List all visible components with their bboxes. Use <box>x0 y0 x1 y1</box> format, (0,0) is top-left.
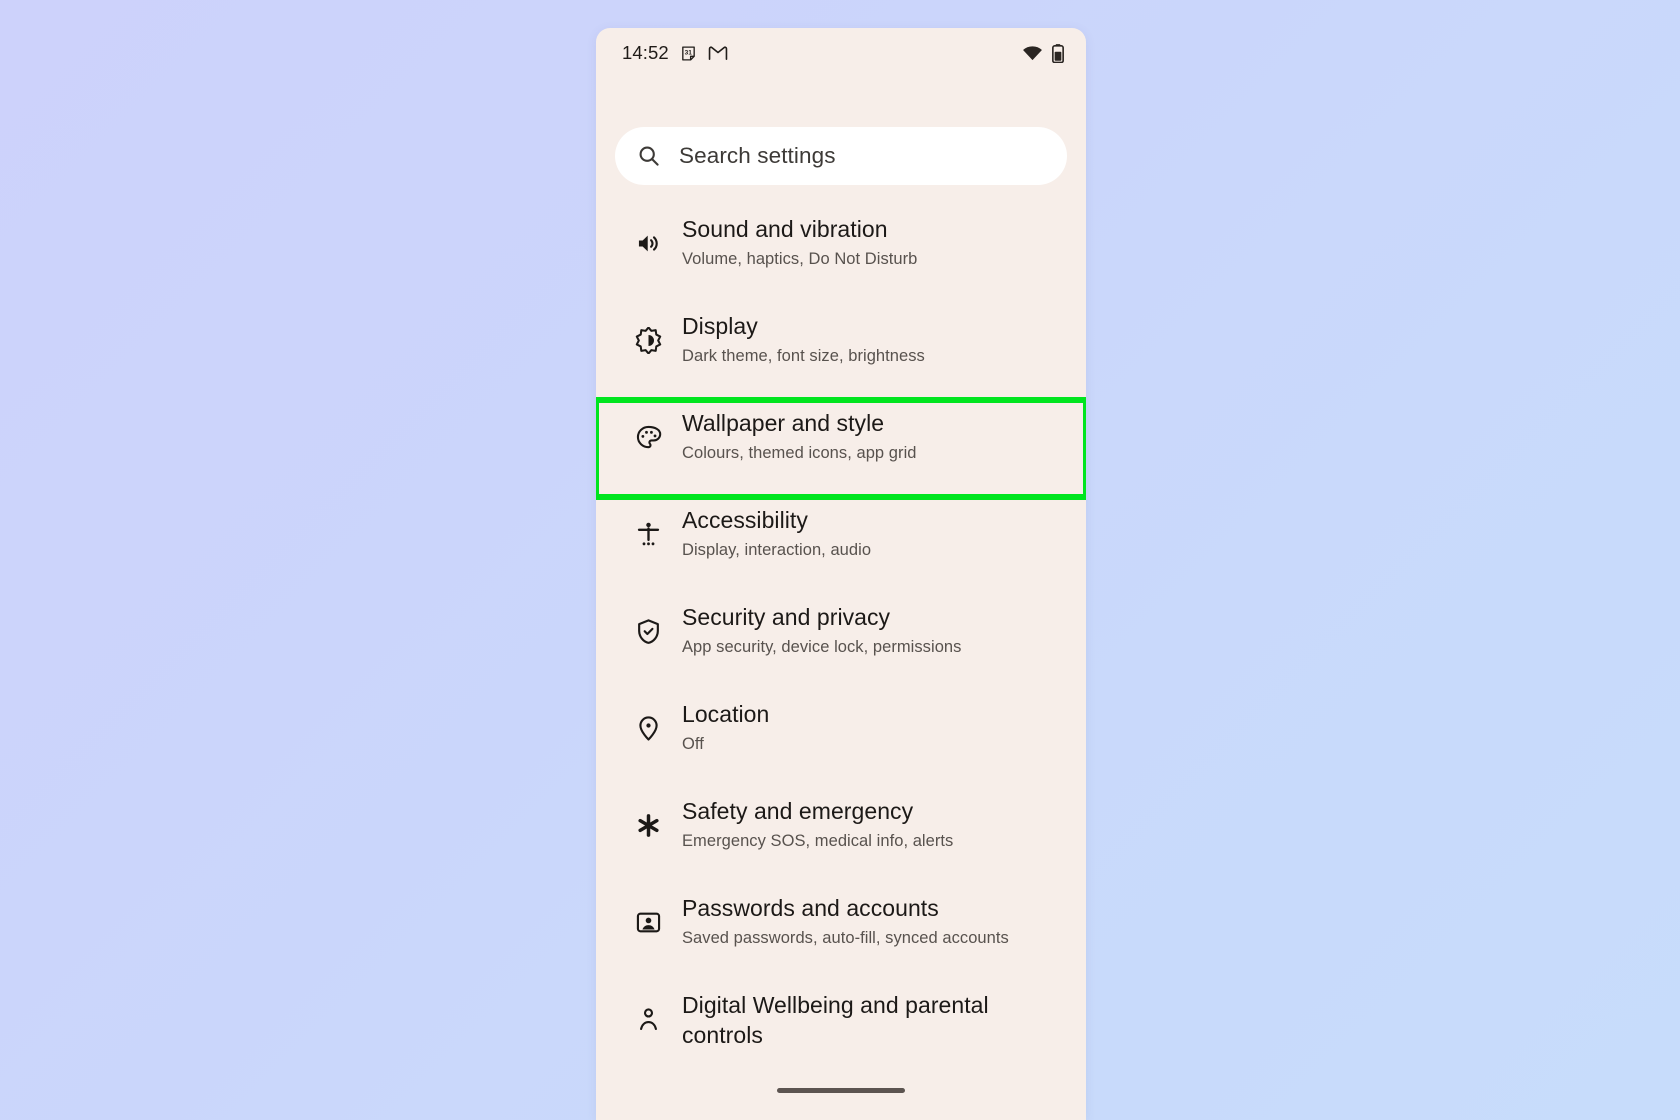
search-placeholder-text: Search settings <box>679 143 836 168</box>
status-bar-left: 14:52 31 <box>622 42 728 64</box>
settings-row-subtitle: Saved passwords, auto-fill, synced accou… <box>682 928 1009 947</box>
status-bar: 14:52 31 <box>596 28 1086 78</box>
settings-row-subtitle: Colours, themed icons, app grid <box>682 443 917 462</box>
settings-row-title: Wallpaper and style <box>682 410 885 436</box>
volume-up-icon <box>622 230 674 257</box>
search-icon <box>639 146 659 166</box>
settings-row-subtitle: Display, interaction, audio <box>682 540 872 559</box>
settings-row-title: Sound and vibration <box>682 216 888 242</box>
home-gesture-pill[interactable] <box>777 1088 905 1093</box>
settings-row-subtitle: Emergency SOS, medical info, alerts <box>682 831 954 850</box>
location-pin-icon <box>622 715 674 742</box>
settings-row-text: Location Off <box>674 691 769 755</box>
phone-screen: 14:52 31 Search settings Sound and vibra… <box>596 28 1086 1120</box>
status-bar-right <box>1022 43 1064 63</box>
settings-row-display[interactable]: Display Dark theme, font size, brightnes… <box>596 303 1086 400</box>
svg-text:31: 31 <box>684 49 692 56</box>
brightness-icon <box>622 327 674 354</box>
settings-row-digital-wellbeing[interactable]: Digital Wellbeing and parental controls <box>596 982 1086 1079</box>
settings-row-text: Digital Wellbeing and parental controls <box>674 982 1012 1051</box>
shield-check-icon <box>622 618 674 645</box>
settings-row-subtitle: Volume, haptics, Do Not Disturb <box>682 249 918 268</box>
settings-row-security-and-privacy[interactable]: Security and privacy App security, devic… <box>596 594 1086 691</box>
settings-list: Sound and vibration Volume, haptics, Do … <box>596 206 1086 1079</box>
settings-row-subtitle: App security, device lock, permissions <box>682 637 962 656</box>
wifi-icon <box>1023 46 1042 61</box>
settings-row-sound-and-vibration[interactable]: Sound and vibration Volume, haptics, Do … <box>596 206 1086 303</box>
settings-row-text: Display Dark theme, font size, brightnes… <box>674 303 925 367</box>
settings-row-text: Accessibility Display, interaction, audi… <box>674 497 871 561</box>
battery-icon <box>1052 43 1064 63</box>
settings-row-subtitle: Dark theme, font size, brightness <box>682 346 925 365</box>
search-settings-bar[interactable]: Search settings <box>615 127 1067 185</box>
settings-row-text: Passwords and accounts Saved passwords, … <box>674 885 1009 949</box>
settings-row-text: Security and privacy App security, devic… <box>674 594 961 658</box>
settings-row-wallpaper-and-style[interactable]: Wallpaper and style Colours, themed icon… <box>596 397 1086 500</box>
settings-row-title: Passwords and accounts <box>682 895 939 921</box>
settings-row-title: Safety and emergency <box>682 798 914 824</box>
status-clock: 14:52 <box>622 42 669 63</box>
accessibility-icon <box>622 521 674 548</box>
settings-row-text: Sound and vibration Volume, haptics, Do … <box>674 206 917 270</box>
settings-row-title: Digital Wellbeing and parental controls <box>682 992 989 1048</box>
person-wellbeing-icon <box>622 1006 674 1033</box>
palette-icon <box>622 424 674 451</box>
settings-row-passwords-and-accounts[interactable]: Passwords and accounts Saved passwords, … <box>596 885 1086 982</box>
settings-row-accessibility[interactable]: Accessibility Display, interaction, audi… <box>596 497 1086 594</box>
settings-row-title: Display <box>682 313 758 339</box>
settings-row-location[interactable]: Location Off <box>596 691 1086 788</box>
settings-row-title: Accessibility <box>682 507 808 533</box>
settings-row-text: Safety and emergency Emergency SOS, medi… <box>674 788 953 852</box>
settings-row-safety-and-emergency[interactable]: Safety and emergency Emergency SOS, medi… <box>596 788 1086 885</box>
settings-row-text: Wallpaper and style Colours, themed icon… <box>674 400 917 464</box>
settings-row-title: Security and privacy <box>682 604 891 630</box>
settings-row-title: Location <box>682 701 770 727</box>
asterisk-emergency-icon <box>622 812 674 839</box>
settings-row-subtitle: Off <box>682 734 704 753</box>
account-card-icon <box>622 909 674 936</box>
gmail-icon <box>708 46 728 60</box>
calendar-31-icon: 31 <box>681 45 695 61</box>
